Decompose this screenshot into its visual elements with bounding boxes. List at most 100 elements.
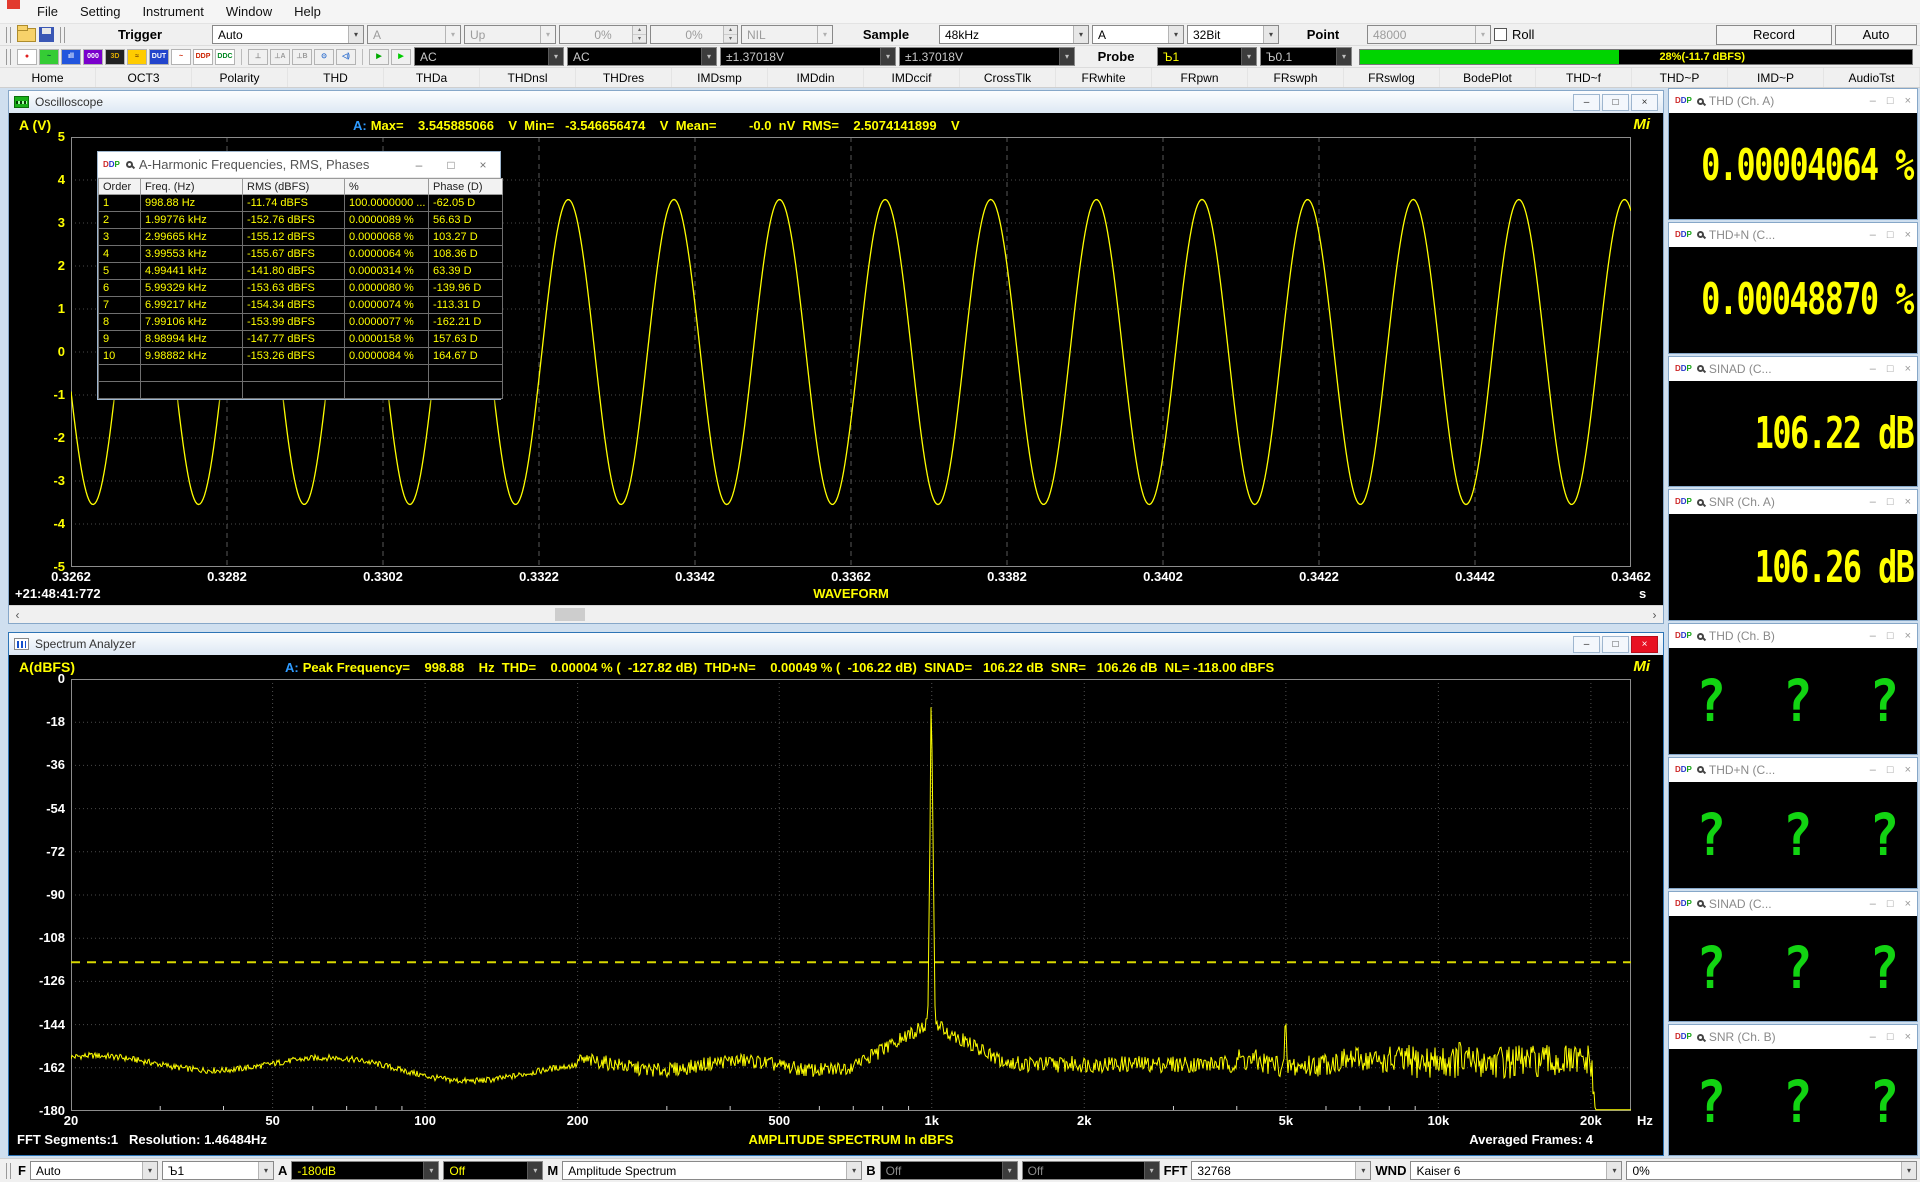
- maximize-button[interactable]: □: [1602, 94, 1629, 111]
- spectrum-titlebar[interactable]: Spectrum Analyzer – □ ×: [9, 633, 1663, 655]
- harmonic-row[interactable]: 65.99329 kHz-153.63 dBFS0.0000080 %-139.…: [99, 280, 503, 297]
- maximize-button[interactable]: □: [1887, 229, 1894, 241]
- minimize-button[interactable]: –: [1870, 229, 1876, 241]
- range-b-select[interactable]: ±1.37018V▾: [899, 47, 1075, 66]
- spinner-arrows[interactable]: ▴▾: [632, 26, 646, 43]
- tab-home[interactable]: Home: [0, 68, 96, 87]
- trigger-source-select[interactable]: A▾: [367, 25, 461, 44]
- waveform-hscrollbar[interactable]: ‹ ›: [9, 605, 1663, 623]
- menu-window[interactable]: Window: [215, 2, 283, 21]
- minimize-button[interactable]: –: [407, 158, 431, 172]
- maximize-button[interactable]: □: [1887, 1031, 1894, 1043]
- trigger-edge-select[interactable]: Up▾: [464, 25, 556, 44]
- minimize-button[interactable]: –: [1870, 1031, 1876, 1043]
- meter-titlebar[interactable]: DDPTHD+N (C...–□×: [1669, 758, 1917, 782]
- reference-b-icon[interactable]: ⊥B: [292, 49, 312, 65]
- harmonic-row[interactable]: 54.99441 kHz-141.80 dBFS0.0000314 %63.39…: [99, 263, 503, 280]
- close-button[interactable]: ×: [471, 158, 495, 172]
- harmonic-row[interactable]: 87.99106 kHz-153.99 dBFS0.0000077 %-162.…: [99, 314, 503, 331]
- trigger-reject-select[interactable]: NIL▾: [741, 25, 833, 44]
- harmonic-table-titlebar[interactable]: DDP A-Harmonic Frequencies, RMS, Phases …: [98, 152, 500, 178]
- sample-rate-select[interactable]: 48kHz▾: [939, 25, 1089, 44]
- open-file-icon[interactable]: [17, 28, 36, 42]
- toolbar-grip[interactable]: [6, 27, 11, 43]
- reference-a-icon[interactable]: ⊥A: [270, 49, 290, 65]
- tab-crosstlk[interactable]: CrossTlk: [960, 68, 1056, 87]
- maximize-button[interactable]: □: [1602, 636, 1629, 653]
- minimize-button[interactable]: –: [1870, 363, 1876, 375]
- meter-titlebar[interactable]: DDPSINAD (C...–□×: [1669, 357, 1917, 381]
- harmonic-row[interactable]: 98.98994 kHz-147.77 dBFS0.0000158 %157.6…: [99, 331, 503, 348]
- close-button[interactable]: ×: [1905, 898, 1911, 910]
- close-button[interactable]: ×: [1905, 630, 1911, 642]
- maximize-button[interactable]: □: [1887, 363, 1894, 375]
- run-icon[interactable]: ▶: [369, 49, 389, 65]
- minimize-button[interactable]: –: [1573, 94, 1600, 111]
- meter-titlebar[interactable]: DDPTHD+N (C...–□×: [1669, 223, 1917, 247]
- frequency-mode-select[interactable]: Auto▾: [30, 1161, 158, 1180]
- meter-titlebar[interactable]: DDPTHD (Ch. B)–□×: [1669, 624, 1917, 648]
- minimize-button[interactable]: –: [1870, 95, 1876, 107]
- minimize-button[interactable]: –: [1573, 636, 1600, 653]
- ddc-icon[interactable]: DDC: [215, 49, 235, 65]
- menu-help[interactable]: Help: [283, 2, 332, 21]
- meter-titlebar[interactable]: DDPSINAD (C...–□×: [1669, 892, 1917, 916]
- maximize-button[interactable]: □: [1887, 95, 1894, 107]
- fft-size-select[interactable]: 32768▾: [1191, 1161, 1371, 1180]
- spectrum-plot[interactable]: A(dBFS) A:Peak Frequency= 998.88 Hz THD=…: [9, 655, 1663, 1155]
- save-file-icon[interactable]: [39, 27, 54, 42]
- derived-data-curve-icon[interactable]: ~: [171, 49, 191, 65]
- harmonic-row[interactable]: 43.99553 kHz-155.67 dBFS0.0000064 %108.3…: [99, 246, 503, 263]
- record-button[interactable]: Record: [1716, 25, 1832, 45]
- oscilloscope-titlebar[interactable]: Oscilloscope – □ ×: [9, 91, 1663, 113]
- tab-polarity[interactable]: Polarity: [192, 68, 288, 87]
- scroll-left-arrow[interactable]: ‹: [9, 606, 26, 623]
- probe-b-select[interactable]: Ъ0.1▾: [1260, 47, 1352, 66]
- scroll-thumb[interactable]: [555, 608, 585, 621]
- harmonic-row[interactable]: 32.99665 kHz-155.12 dBFS0.0000068 %103.2…: [99, 229, 503, 246]
- close-button[interactable]: ×: [1905, 496, 1911, 508]
- minimize-button[interactable]: –: [1870, 764, 1876, 776]
- probe-a-select[interactable]: Ъ1▾: [1157, 47, 1257, 66]
- tab-thda[interactable]: THDa: [384, 68, 480, 87]
- tab-audiotst[interactable]: AudioTst: [1824, 68, 1920, 87]
- run-continuous-icon[interactable]: ▶: [391, 49, 411, 65]
- maximize-button[interactable]: □: [1887, 630, 1894, 642]
- range-a-select[interactable]: ±1.37018V▾: [720, 47, 896, 66]
- harmonic-row[interactable]: 21.99776 kHz-152.76 dBFS0.0000089 %56.63…: [99, 212, 503, 229]
- harmonic-row[interactable]: 109.98882 kHz-153.26 dBFS0.0000084 %164.…: [99, 348, 503, 365]
- multimeter-icon[interactable]: 000: [83, 49, 103, 65]
- tab-oct3[interactable]: OCT3: [96, 68, 192, 87]
- close-button[interactable]: ×: [1905, 1031, 1911, 1043]
- tab-imddin[interactable]: IMDdin: [768, 68, 864, 87]
- tab-bodeplot[interactable]: BodePlot: [1440, 68, 1536, 87]
- tab-thd-p[interactable]: THD~P: [1632, 68, 1728, 87]
- auto-scale-button[interactable]: Auto: [1835, 25, 1917, 45]
- ddp-viewer-icon[interactable]: DDP: [193, 49, 213, 65]
- spectrum-3d-plot-icon[interactable]: 3D: [105, 49, 125, 65]
- range-b-select[interactable]: Off▾: [880, 1161, 1018, 1180]
- close-button[interactable]: ×: [1905, 95, 1911, 107]
- meter-titlebar[interactable]: DDPSNR (Ch. B)–□×: [1669, 1025, 1917, 1049]
- probe-select[interactable]: Ъ1▾: [162, 1161, 274, 1180]
- meter-titlebar[interactable]: DDPSNR (Ch. A)–□×: [1669, 490, 1917, 514]
- menu-file[interactable]: File: [26, 2, 69, 21]
- harmonic-row[interactable]: 1998.88 Hz-11.74 dBFS100.0000000 ...-62.…: [99, 195, 503, 212]
- spinner-arrows[interactable]: ▴▾: [723, 26, 737, 43]
- tab-frwhite[interactable]: FRwhite: [1056, 68, 1152, 87]
- tab-frswph[interactable]: FRswph: [1248, 68, 1344, 87]
- tab-thd-f[interactable]: THD~f: [1536, 68, 1632, 87]
- tab-imd-p[interactable]: IMD~P: [1728, 68, 1824, 87]
- minimize-button[interactable]: –: [1870, 496, 1876, 508]
- bit-depth-select[interactable]: 32Bit▾: [1187, 25, 1279, 44]
- range-a-db-select[interactable]: -180dB▾: [291, 1161, 439, 1180]
- zoom-icon[interactable]: ⊙: [314, 49, 334, 65]
- toolbar-grip[interactable]: [6, 1163, 11, 1179]
- maximize-button[interactable]: □: [1887, 898, 1894, 910]
- close-button[interactable]: ×: [1631, 94, 1658, 111]
- coupling-a-select[interactable]: AC▾: [414, 47, 564, 66]
- points-select[interactable]: 48000▾: [1367, 25, 1491, 44]
- roll-checkbox[interactable]: Roll: [1494, 27, 1534, 42]
- meter-titlebar[interactable]: DDPTHD (Ch. A)–□×: [1669, 89, 1917, 113]
- sample-channel-select[interactable]: A▾: [1092, 25, 1184, 44]
